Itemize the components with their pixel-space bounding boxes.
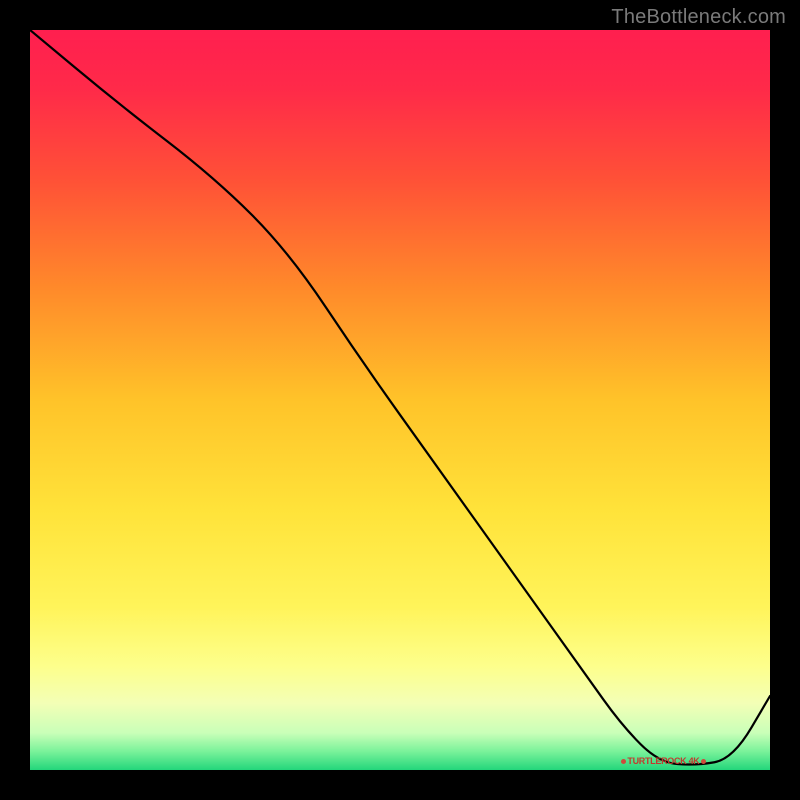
watermark-text: TheBottleneck.com	[611, 6, 786, 29]
chart-svg	[30, 30, 770, 770]
plot-area: TURTLEROCK 4K	[30, 30, 770, 770]
gradient-rect	[30, 30, 770, 770]
bottleneck-curve	[30, 30, 770, 765]
min-region-label: TURTLEROCK 4K	[618, 756, 708, 766]
chart-frame: TheBottleneck.com TURTLEROCK 4K	[0, 0, 800, 800]
